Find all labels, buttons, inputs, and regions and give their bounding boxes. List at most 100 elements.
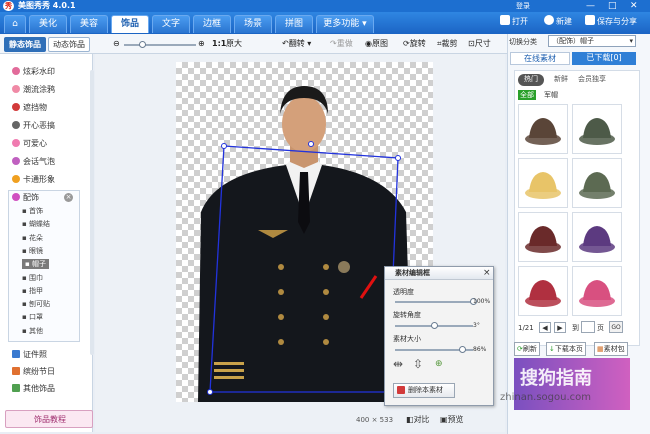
category-icon <box>12 85 20 93</box>
open-button[interactable]: 打开 <box>500 15 528 29</box>
original-size-button[interactable]: 原大 <box>226 38 242 50</box>
medal-badge <box>338 261 350 273</box>
tab-scene[interactable]: 场景 <box>234 15 272 33</box>
subcategory-item[interactable]: ▪ 帽子 <box>22 259 49 270</box>
ratio-button[interactable]: 1:1 <box>212 38 226 50</box>
maximize-button[interactable]: □ <box>608 0 617 12</box>
hat-thumbnail[interactable] <box>572 104 622 154</box>
tab-face[interactable]: 美容 <box>70 15 108 33</box>
tab-online-materials[interactable]: 在线素材 <box>510 52 570 65</box>
subcategory-item[interactable]: ▪ 蝴蝶结 <box>22 219 50 229</box>
tab-dynamic-accessories[interactable]: 动态饰品 <box>48 37 90 52</box>
rotate-button[interactable]: ⟳旋转 <box>403 38 426 50</box>
category-item[interactable]: 其他饰品 <box>12 383 55 395</box>
page-number-input[interactable] <box>581 321 595 333</box>
category-item[interactable]: 缤纷节日 <box>12 366 55 378</box>
zoom-out-icon[interactable]: ⊖ <box>113 38 120 50</box>
hat-icon <box>525 118 561 145</box>
filter-members[interactable]: 会员独享 <box>574 74 610 86</box>
zoom-slider-handle[interactable] <box>139 41 146 48</box>
next-page-button[interactable]: ▶ <box>554 322 566 333</box>
category-item[interactable]: 可爱心 <box>12 138 47 150</box>
dialog-close-button[interactable]: × <box>483 268 491 278</box>
category-item[interactable]: 开心恶搞 <box>12 120 55 132</box>
subcategory-item[interactable]: ▪ 围巾 <box>22 273 43 283</box>
tab-frame[interactable]: 边框 <box>193 15 231 33</box>
plus-icon <box>544 15 554 25</box>
flip-vertical-icon[interactable]: ⇳ <box>413 357 423 371</box>
download-page-button[interactable]: ↓下载本页 <box>546 342 586 356</box>
hat-thumbnail[interactable] <box>572 158 622 208</box>
redo-icon: ↷ <box>330 39 337 48</box>
chevron-down-icon: ▾ <box>629 37 633 45</box>
minimize-button[interactable]: — <box>586 0 595 12</box>
go-button[interactable]: GO <box>609 321 623 333</box>
hat-thumbnail[interactable] <box>518 266 568 316</box>
size-value: 86% <box>473 346 487 353</box>
chip-all[interactable]: 全部 <box>518 90 536 100</box>
size-slider-handle[interactable] <box>459 346 467 353</box>
save-share-button[interactable]: 保存与分享 <box>585 15 637 29</box>
hat-thumbnail[interactable] <box>518 212 568 262</box>
accessory-tutorial-button[interactable]: 饰品教程 <box>5 410 93 428</box>
copy-material-icon[interactable]: ⊕ <box>435 359 443 369</box>
tab-beautify[interactable]: 美化 <box>29 15 67 33</box>
subcategory-item[interactable]: ▪ 其他 <box>22 326 43 336</box>
flip-horizontal-icon[interactable]: ⇹ <box>393 357 403 371</box>
rotation-slider-handle[interactable] <box>431 322 438 329</box>
filter-new[interactable]: 新鲜 <box>548 74 574 86</box>
preview-button[interactable]: ▣预览 <box>440 414 464 425</box>
crop-button[interactable]: ⌗裁剪 <box>437 38 458 50</box>
opacity-slider[interactable] <box>395 301 473 303</box>
material-pack-button[interactable]: ▦素材包 <box>594 342 628 356</box>
delete-material-button[interactable]: 删除本素材 <box>393 383 455 398</box>
zoom-slider[interactable] <box>124 44 196 46</box>
login-link[interactable]: 登录 <box>516 0 530 12</box>
zoom-in-icon[interactable]: ⊕ <box>198 38 205 50</box>
chip-military-hat[interactable]: 军帽 <box>544 90 558 100</box>
filter-hot[interactable]: 热门 <box>518 74 544 86</box>
category-item[interactable]: 炫彩水印 <box>12 66 55 78</box>
subcategory-item[interactable]: ▪ 花朵 <box>22 233 43 243</box>
hat-thumbnail[interactable] <box>572 212 622 262</box>
tab-accessories[interactable]: 饰品 <box>111 15 149 33</box>
subcategory-item[interactable]: ▪ 口罩 <box>22 312 43 322</box>
home-button[interactable]: ⌂ <box>4 15 26 33</box>
hat-thumbnail[interactable] <box>518 104 568 154</box>
image-dimensions: 400 × 533 <box>356 416 394 424</box>
close-button[interactable]: ✕ <box>630 0 638 12</box>
category-select[interactable]: （配饰）帽子 ▾ <box>548 35 636 47</box>
category-item[interactable]: 遮挡物 <box>12 102 47 114</box>
tab-static-accessories[interactable]: 静态饰品 <box>4 37 46 52</box>
hat-thumbnail[interactable] <box>572 266 622 316</box>
subcategory-item[interactable]: ▪ 眼镜 <box>22 246 43 256</box>
resize-button[interactable]: ⊡尺寸 <box>468 38 491 50</box>
category-item[interactable]: 潮流涂鸦 <box>12 84 55 96</box>
subcategory-item[interactable]: ▪ 刨可贴 <box>22 299 50 309</box>
flip-button[interactable]: ↶翻转 ▾ <box>282 38 311 50</box>
category-item[interactable]: 会话气泡 <box>12 156 55 168</box>
category-icon <box>12 139 20 147</box>
goto-label: 到 <box>572 324 579 332</box>
refresh-button[interactable]: ⟳刷新 <box>514 342 540 356</box>
tab-text[interactable]: 文字 <box>152 15 190 33</box>
watermark-brand: 搜狗指南 <box>520 368 592 389</box>
compare-button[interactable]: ◧对比 <box>406 414 430 425</box>
category-item[interactable]: 卡通形象 <box>12 174 55 186</box>
redo-button[interactable]: ↷重做 <box>330 38 353 50</box>
left-scrollbar[interactable] <box>90 70 94 355</box>
new-button[interactable]: 新建 <box>544 15 572 29</box>
tab-collage[interactable]: 拼图 <box>275 15 313 33</box>
tab-downloaded[interactable]: 已下载[0] <box>572 52 636 65</box>
hat-thumbnail[interactable] <box>518 158 568 208</box>
rotation-label: 旋转角度 <box>393 311 421 319</box>
prev-page-button[interactable]: ◀ <box>539 322 551 333</box>
opacity-label: 透明度 <box>393 288 414 296</box>
category-item[interactable]: 证件照 <box>12 349 47 361</box>
subcategory-item[interactable]: ▪ 首饰 <box>22 206 43 216</box>
collapse-icon[interactable]: × <box>64 193 73 202</box>
subcategory-item[interactable]: ▪ 指甲 <box>22 286 43 296</box>
category-item-accessories[interactable]: 配饰 <box>12 192 39 204</box>
tab-more-features[interactable]: 更多功能 ▾ <box>316 15 374 33</box>
original-image-button[interactable]: ◉原图 <box>365 38 388 50</box>
